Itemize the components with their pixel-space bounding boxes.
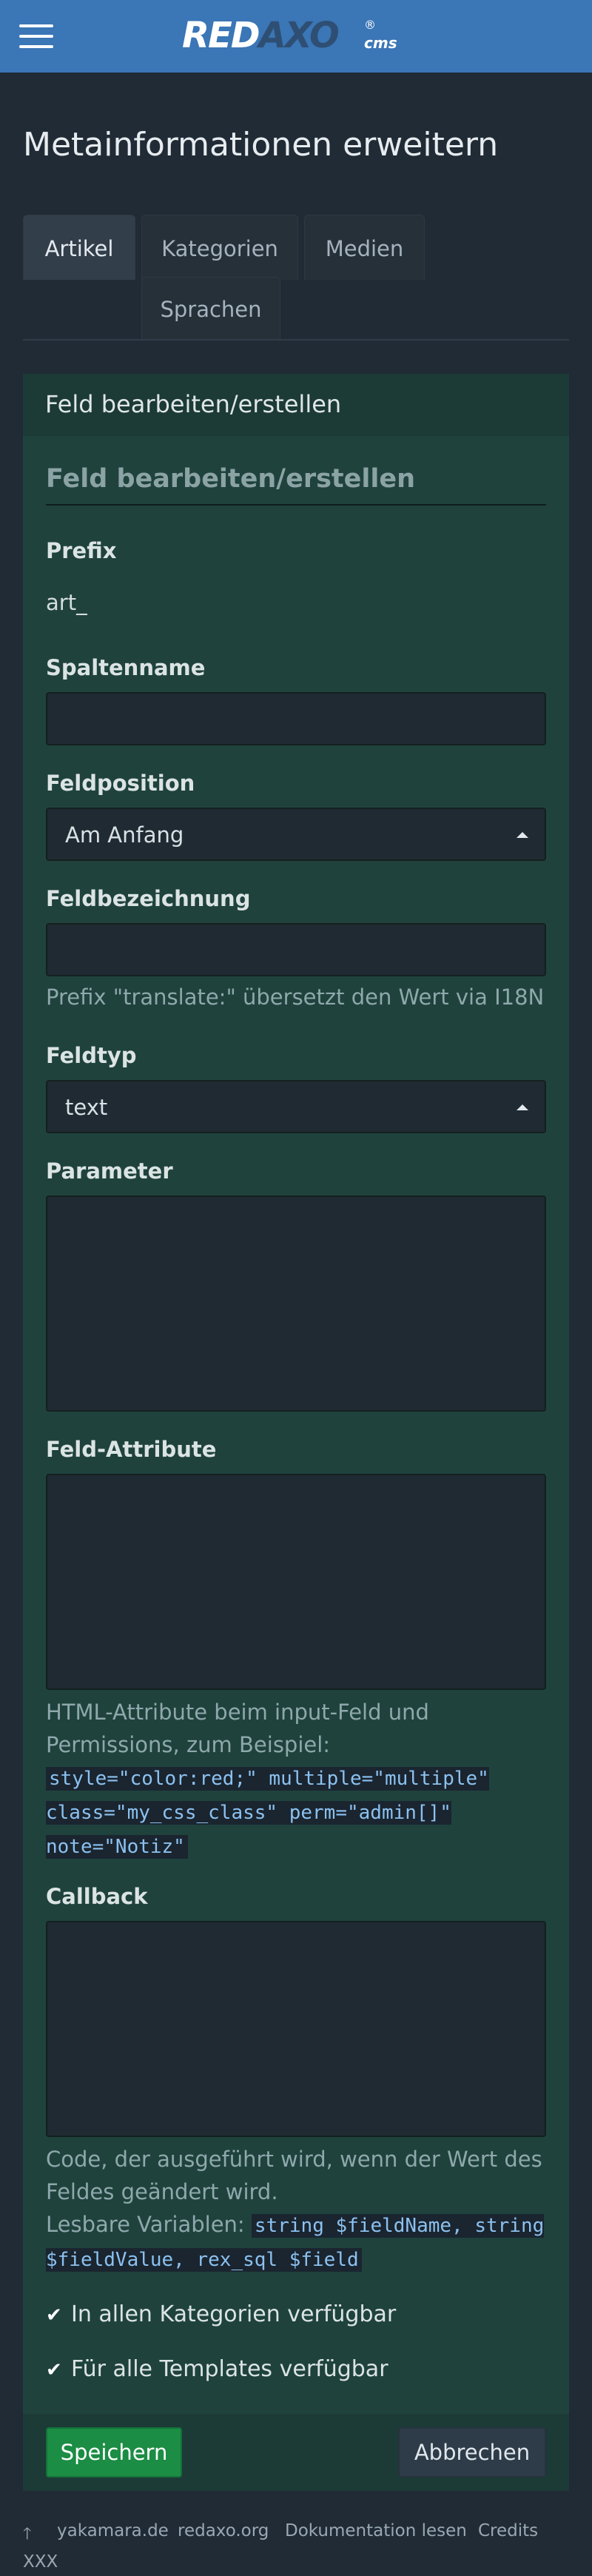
all-templates-checkbox[interactable]: ✔ Für alle Templates verfügbar	[46, 2356, 388, 2382]
callback-vars-label: Lesbare Variablen:	[46, 2212, 245, 2237]
checkmark-icon: ✔	[46, 2359, 62, 2381]
field-position-select[interactable]: Am Anfang	[46, 808, 546, 861]
field-type-label: Feldtyp	[46, 1043, 137, 1068]
footer-link-yakamara[interactable]: yakamara.de	[57, 2521, 169, 2540]
all-categories-label: In allen Kategorien verfügbar	[71, 2301, 397, 2327]
edit-field-panel: Feld bearbeiten/erstellen Feld bearbeite…	[23, 374, 569, 2491]
caret-up-icon	[517, 832, 528, 838]
prefix-label: Prefix	[46, 538, 117, 563]
tab-medien[interactable]: Medien	[304, 215, 425, 280]
logo-part-axo: AXO	[258, 15, 340, 56]
field-attributes-textarea[interactable]	[46, 1474, 546, 1690]
top-navbar: REDAXO ® cms	[0, 0, 592, 73]
field-type-value: text	[65, 1095, 108, 1120]
callback-label: Callback	[46, 1884, 148, 1909]
field-type-select[interactable]: text	[46, 1080, 546, 1133]
parameter-label: Parameter	[46, 1158, 173, 1184]
tab-artikel[interactable]: Artikel	[23, 215, 135, 280]
form-legend: Feld bearbeiten/erstellen	[46, 464, 546, 506]
field-title-label: Feldbezeichnung	[46, 886, 251, 911]
all-templates-label: Für alle Templates verfügbar	[71, 2356, 388, 2382]
redaxo-logo[interactable]: REDAXO ® cms	[182, 13, 404, 61]
field-title-input[interactable]	[46, 923, 546, 976]
arrow-up-icon: 🡑	[23, 2525, 32, 2543]
field-position-label: Feldposition	[46, 771, 195, 796]
prefix-value: art_	[46, 590, 87, 615]
caret-up-icon	[517, 1104, 528, 1110]
callback-help-text: Code, der ausgeführt wird, wenn der Wert…	[46, 2147, 542, 2204]
parameter-textarea[interactable]	[46, 1195, 546, 1412]
footer-extra-text: XXX	[23, 2552, 58, 2572]
cancel-button[interactable]: Abbrechen	[398, 2427, 546, 2478]
logo-wordmark: REDAXO	[182, 15, 340, 56]
callback-help: Code, der ausgeführt wird, wenn der Wert…	[46, 2143, 556, 2276]
column-name-input[interactable]	[46, 692, 546, 745]
footer-link-redaxo[interactable]: redaxo.org	[178, 2521, 269, 2540]
attributes-help-text: HTML-Attribute beim input-Feld und Permi…	[46, 1700, 429, 1757]
attributes-help-code: style="color:red;" multiple="multiple" c…	[46, 1767, 489, 1859]
tab-sprachen[interactable]: Sprachen	[141, 277, 280, 339]
callback-textarea[interactable]	[46, 1921, 546, 2137]
panel-heading: Feld bearbeiten/erstellen	[23, 374, 569, 436]
tabs-divider	[23, 339, 569, 341]
field-attributes-help: HTML-Attribute beim input-Feld und Permi…	[46, 1696, 556, 1863]
logo-cms-suffix: cms	[364, 34, 397, 52]
hamburger-menu-icon[interactable]	[19, 24, 53, 49]
footer-link-docs[interactable]: Dokumentation lesen	[285, 2521, 467, 2540]
panel-footer: Speichern Abbrechen	[23, 2414, 569, 2491]
tab-kategorien[interactable]: Kategorien	[141, 215, 298, 280]
back-to-top-link[interactable]: 🡑	[23, 2521, 42, 2549]
page-title: Metainformationen erweitern	[23, 126, 499, 164]
field-position-value: Am Anfang	[65, 822, 184, 848]
column-name-label: Spaltenname	[46, 655, 206, 680]
save-button[interactable]: Speichern	[46, 2427, 182, 2478]
footer-link-credits[interactable]: Credits	[478, 2521, 538, 2540]
field-title-help: Prefix "translate:" übersetzt den Wert v…	[46, 985, 545, 1010]
all-categories-checkbox[interactable]: ✔ In allen Kategorien verfügbar	[46, 2301, 396, 2327]
checkmark-icon: ✔	[46, 2304, 62, 2327]
logo-part-red: RED	[182, 15, 260, 56]
registered-mark: ®	[364, 18, 376, 32]
field-attributes-label: Feld-Attribute	[46, 1437, 217, 1462]
